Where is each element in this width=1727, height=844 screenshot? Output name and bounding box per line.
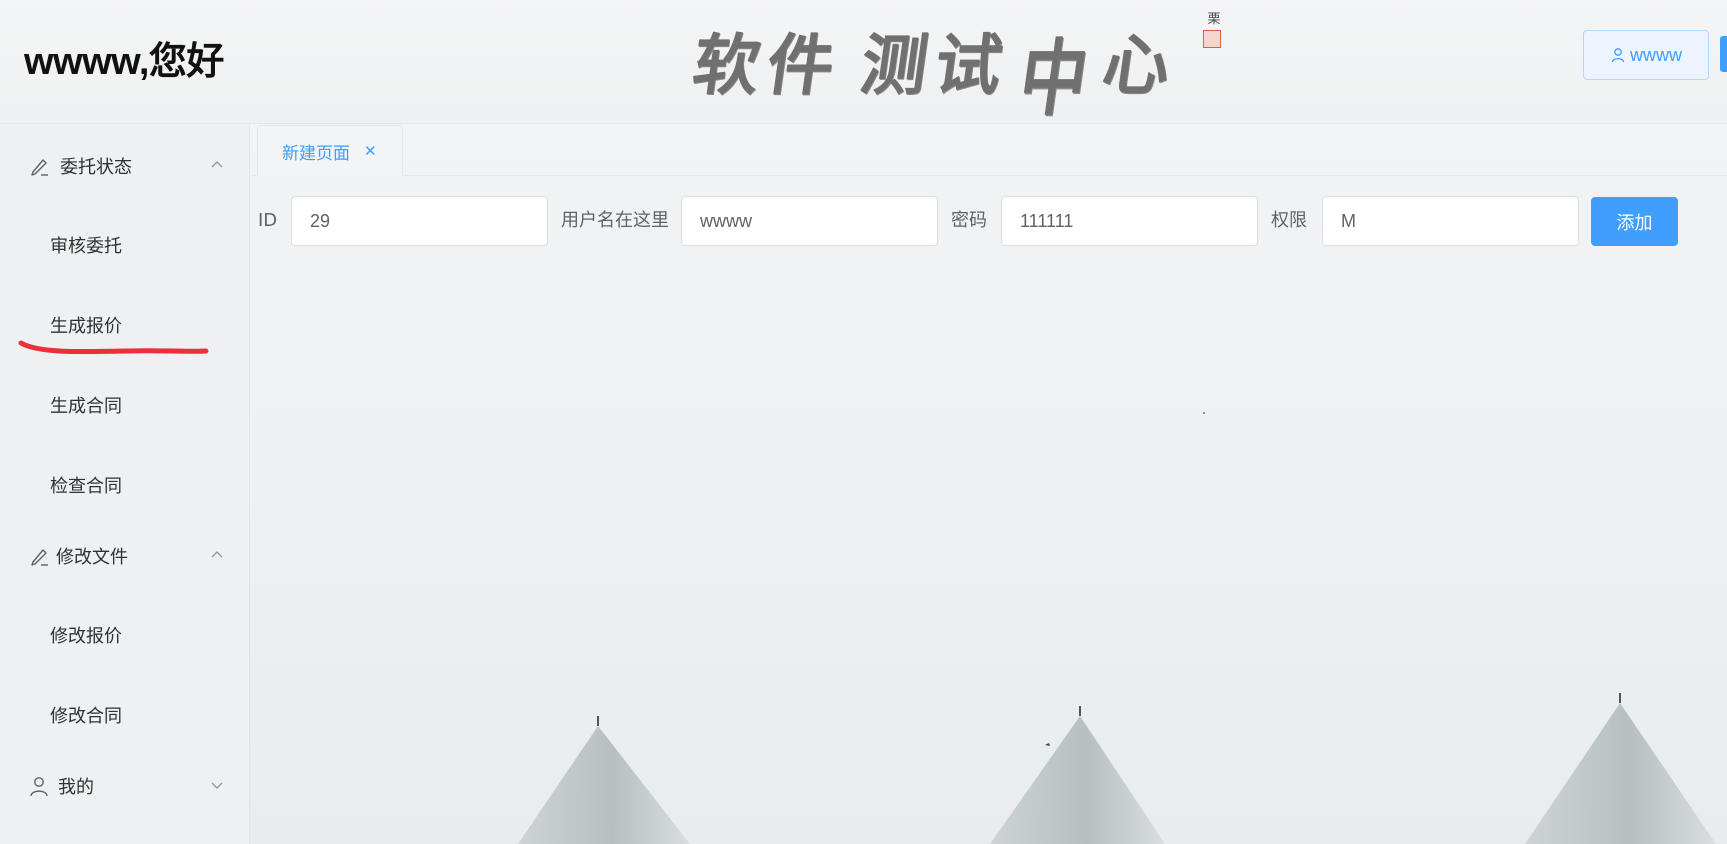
chevron-down-icon bbox=[211, 782, 223, 789]
menu-item-label: 生成合同 bbox=[50, 396, 122, 417]
menu-item-label: 修改报价 bbox=[50, 626, 122, 647]
site-title-calligraphy: 软 件 测 试 中 心 bbox=[688, 12, 1175, 127]
menu-item-label: 修改合同 bbox=[50, 706, 122, 727]
permission-input[interactable] bbox=[1322, 196, 1579, 246]
edit-icon bbox=[31, 549, 48, 566]
chevron-up-icon bbox=[211, 161, 223, 168]
id-label: ID bbox=[258, 210, 278, 231]
menu-item-check-contract[interactable]: 检查合同 bbox=[0, 457, 250, 513]
menu-item-modify-contract[interactable]: 修改合同 bbox=[0, 687, 250, 743]
permission-label: 权限 bbox=[1271, 210, 1307, 231]
title-char: 件 bbox=[761, 26, 839, 104]
password-input[interactable] bbox=[1001, 196, 1258, 246]
tab-label: 新建页面 bbox=[282, 143, 350, 164]
main-content: 新建页面 ✕ ID 用户名在这里 密码 权限 添加 bbox=[251, 124, 1727, 844]
greeting-text: wwww,您好 bbox=[24, 41, 224, 83]
title-char: 测 bbox=[855, 26, 933, 104]
title-char: 软 bbox=[687, 26, 765, 104]
red-stamp bbox=[1203, 30, 1221, 48]
signature-text: 栗 bbox=[1207, 12, 1221, 27]
user-menu-button[interactable]: wwww bbox=[1583, 30, 1709, 80]
menu-group-commission-status[interactable]: 委托状态 bbox=[0, 138, 250, 194]
tab-new-page[interactable]: 新建页面 ✕ bbox=[257, 125, 403, 177]
chevron-up-icon bbox=[211, 551, 223, 558]
menu-item-review-commission[interactable]: 审核委托 bbox=[0, 217, 250, 273]
menu-item-modify-quote[interactable]: 修改报价 bbox=[0, 607, 250, 663]
menu-group-modify-files[interactable]: 修改文件 bbox=[0, 528, 250, 584]
red-underline-annotation bbox=[18, 340, 209, 355]
menu-group-label: 修改文件 bbox=[56, 547, 128, 568]
menu-item-generate-contract[interactable]: 生成合同 bbox=[0, 377, 250, 433]
title-char: 心 bbox=[1097, 26, 1175, 104]
user-button-label: wwww bbox=[1630, 44, 1682, 65]
user-icon bbox=[1611, 48, 1625, 63]
user-form: ID 用户名在这里 密码 权限 添加 bbox=[251, 196, 1727, 248]
edit-icon bbox=[31, 159, 48, 176]
sidebar-menu: 委托状态 审核委托 生成报价 生成合同 检查合同 修改文件 修改报价 修改合同 bbox=[0, 124, 250, 844]
username-input[interactable] bbox=[681, 196, 938, 246]
title-char: 试 bbox=[929, 26, 1007, 104]
user-icon bbox=[30, 777, 48, 797]
top-header: wwww,您好 软 件 测 试 中 心 栗 wwww bbox=[0, 0, 1727, 127]
menu-group-label: 委托状态 bbox=[60, 157, 132, 178]
menu-group-mine[interactable]: 我的 bbox=[0, 758, 250, 814]
menu-item-label: 审核委托 bbox=[50, 236, 122, 257]
id-input[interactable] bbox=[291, 196, 548, 246]
password-label: 密码 bbox=[951, 210, 987, 231]
calligraphy-seal: 栗 bbox=[1203, 12, 1225, 70]
title-char: 中 bbox=[1013, 29, 1094, 128]
menu-group-label: 我的 bbox=[58, 777, 94, 798]
logout-button[interactable] bbox=[1720, 36, 1727, 72]
menu-item-label: 检查合同 bbox=[50, 476, 122, 497]
add-button[interactable]: 添加 bbox=[1591, 197, 1678, 246]
tab-bar: 新建页面 ✕ bbox=[251, 124, 1727, 177]
username-label: 用户名在这里 bbox=[561, 210, 669, 231]
close-icon[interactable]: ✕ bbox=[364, 142, 377, 160]
